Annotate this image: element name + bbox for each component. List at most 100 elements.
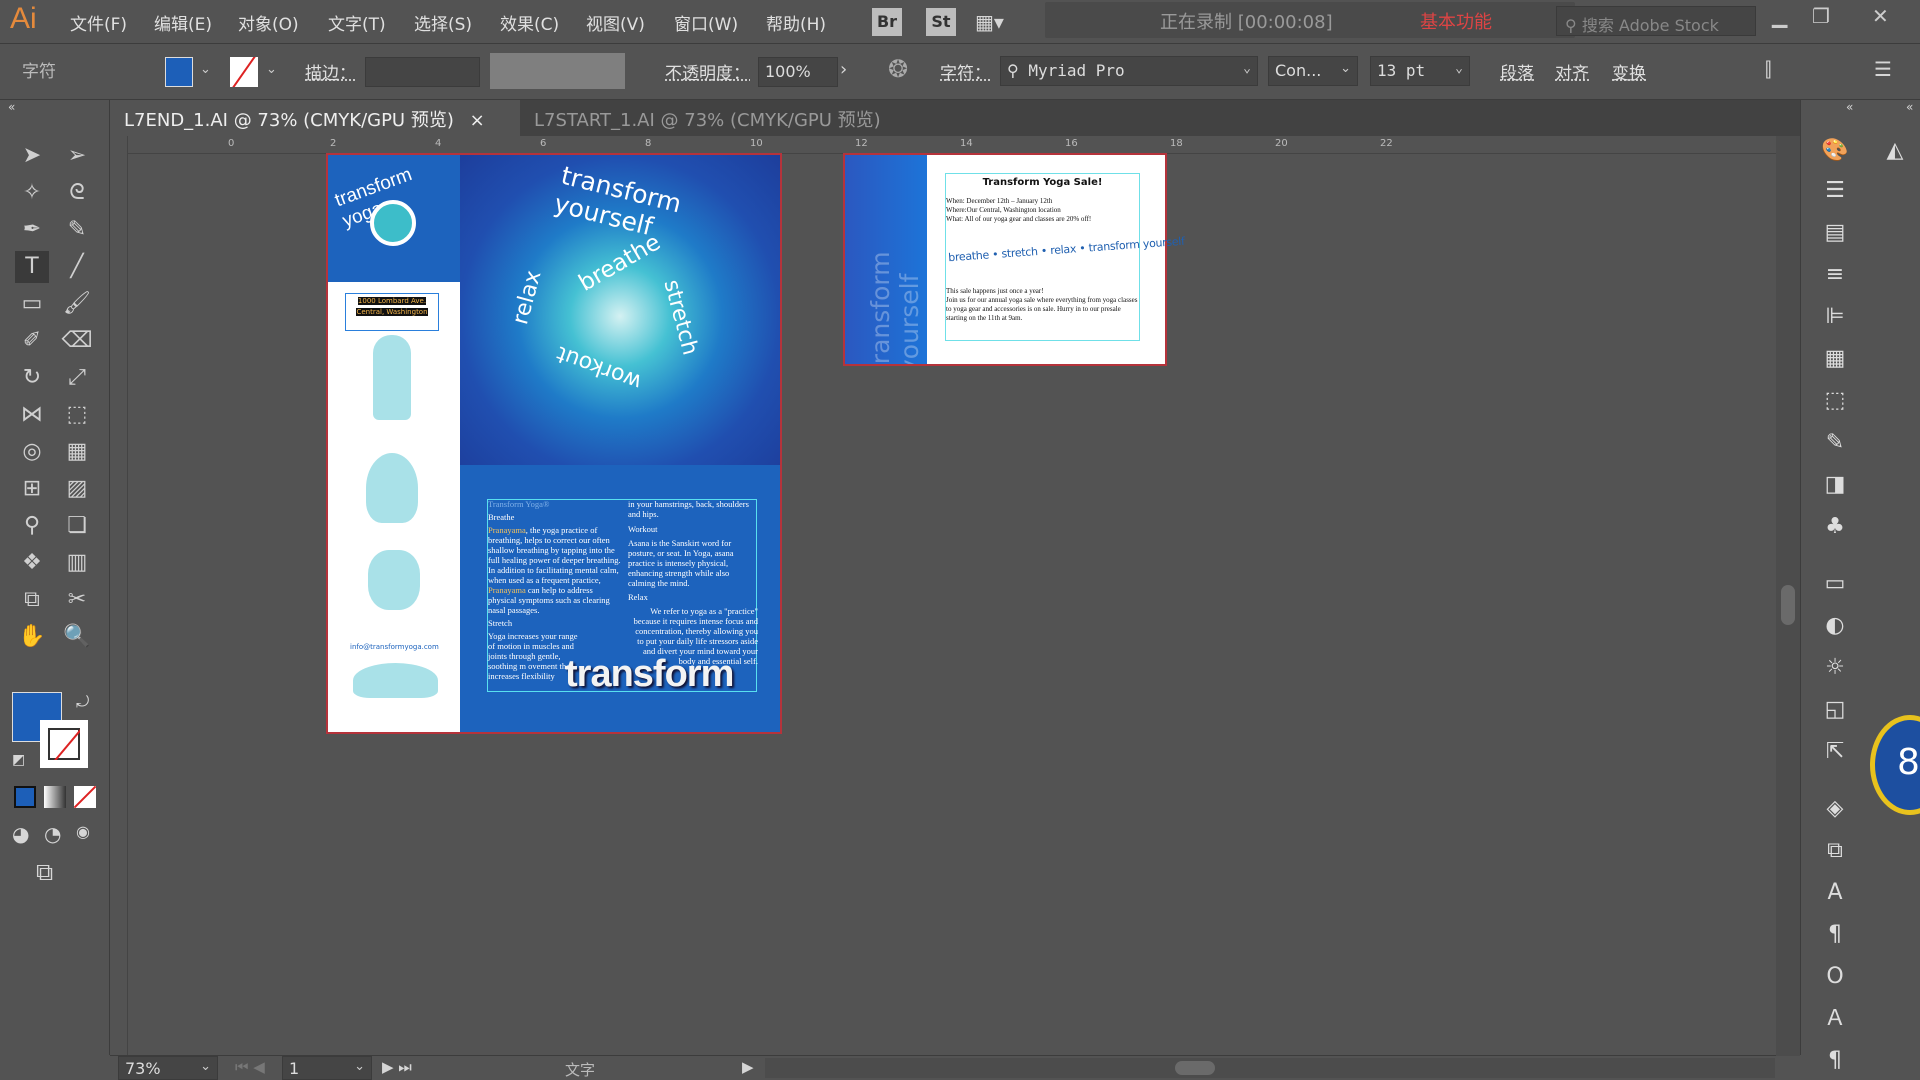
graphic-styles-icon[interactable]: ◱ [1817,694,1853,726]
lasso-tool[interactable]: ᘓ [60,177,94,209]
align-icon[interactable]: ⫿ [1765,57,1771,81]
color-panel-icon[interactable]: 🎨 [1817,135,1853,167]
stock-button[interactable]: St [926,8,956,36]
menu-file[interactable]: 文件(F) [70,10,127,35]
brushes-icon[interactable]: ✎ [1817,427,1853,459]
transparency-icon[interactable]: ◐ [1817,610,1853,642]
slice-tool[interactable]: ✂ [60,584,94,616]
vertical-scroll-thumb[interactable] [1781,585,1795,625]
first-artboard-button[interactable]: ⏮ ◀ [235,1058,265,1076]
pen-tool[interactable]: ✒ [15,214,49,246]
shaper-tool[interactable]: ✐ [15,325,49,357]
artboard-postcard[interactable]: transform yourself Transform Yoga Sale! … [845,155,1185,364]
menu-help[interactable]: 帮助(H) [766,10,826,35]
column-graph-tool[interactable]: ▥ [60,547,94,579]
align-link[interactable]: 对齐 [1555,59,1589,84]
zoom-level-field[interactable]: 73% ⌄ [118,1056,218,1080]
vertical-ruler[interactable] [110,136,128,1056]
zoom-tool[interactable]: 🔍 [60,621,94,653]
menu-effect[interactable]: 效果(C) [500,10,559,35]
gradient-mode-icon[interactable] [44,786,66,808]
stroke-swatch[interactable] [230,57,258,87]
close-tab-icon[interactable]: × [470,110,485,131]
transform-link[interactable]: 变换 [1612,59,1646,84]
horizontal-scroll-thumb[interactable] [1175,1061,1215,1075]
transform-icon[interactable]: ⬚ [1817,385,1853,417]
recolor-artwork-icon[interactable]: ❂ [888,55,908,83]
curvature-tool[interactable]: ✎ [60,214,94,246]
workspace-switcher[interactable]: 基本功能 [1420,8,1492,34]
blend-tool[interactable]: ❏ [60,510,94,542]
color-guide-icon[interactable]: ◭ [1877,135,1913,167]
screen-mode-icon[interactable]: ⧉ [36,858,53,886]
character-styles-icon[interactable]: Ａ [1817,1003,1853,1035]
close-window-button[interactable]: ✕ [1872,4,1889,28]
line-tool[interactable]: ╱ [60,251,94,283]
next-artboard-button[interactable]: ▶ ⏭ [382,1058,412,1076]
menu-view[interactable]: 视图(V) [586,10,645,35]
free-transform-tool[interactable]: ⬚ [60,399,94,431]
horizontal-ruler[interactable]: 0 2 4 6 8 10 12 14 16 18 20 22 [110,136,1776,154]
gradient-icon[interactable]: ▭ [1817,568,1853,600]
menu-select[interactable]: 选择(S) [414,10,472,35]
scale-tool[interactable]: ⤢ [60,362,94,394]
stroke-weight-field[interactable] [365,57,480,87]
font-style-field[interactable]: Con... ⌄ [1268,56,1358,86]
minimize-button[interactable]: ▁ [1772,4,1787,28]
menu-object[interactable]: 对象(O) [238,10,299,35]
arrange-documents-icon[interactable]: ▦▾ [975,10,1004,34]
opentype-icon[interactable]: O [1817,961,1853,993]
stroke-label[interactable]: 描边： [305,59,356,84]
paragraph-link[interactable]: 段落 [1500,59,1534,84]
draw-normal-icon[interactable]: ◕ [12,822,29,846]
character-icon[interactable]: A [1817,877,1853,909]
paragraph-styles-icon[interactable]: ¶ [1817,1045,1853,1077]
collapse-dock-icon[interactable]: « [1906,100,1913,114]
appearance-icon[interactable]: ☼ [1817,652,1853,684]
artboards-icon[interactable]: ⧉ [1817,835,1853,867]
color-mode-icon[interactable] [14,786,36,808]
rotate-tool[interactable]: ↻ [15,362,49,394]
horizontal-scrollbar[interactable] [765,1058,1775,1078]
fill-dropdown[interactable]: ⌄ [200,62,211,77]
none-mode-icon[interactable] [74,786,96,808]
menu-edit[interactable]: 编辑(E) [154,10,212,35]
collapse-panel-icon[interactable]: « [8,100,15,114]
opacity-expand-icon[interactable]: › [840,59,847,80]
menu-window[interactable]: 窗口(W) [674,10,738,35]
control-menu-icon[interactable]: ☰ [1874,57,1892,81]
layers-icon[interactable]: ◈ [1817,793,1853,825]
eyedropper-tool[interactable]: ⚲ [15,510,49,542]
address-box[interactable]: 1000 Lombard Ave. Central, Washington [345,293,439,331]
hand-tool[interactable]: ✋ [15,621,49,653]
symbols-icon[interactable]: ♣ [1817,511,1853,543]
paintbrush-tool[interactable]: 🖌 [60,288,94,320]
variable-width-profile[interactable] [490,53,625,89]
bridge-button[interactable]: Br [872,8,902,36]
selection-tool[interactable]: ➤ [15,140,49,172]
artboard-brochure[interactable]: transform yoga 1000 Lombard Ave. Central,… [328,155,780,732]
draw-behind-icon[interactable]: ◔ [44,822,61,846]
stock-search-input[interactable]: ⚲ 搜索 Adobe Stock [1556,6,1756,36]
collapse-dock-icon[interactable]: « [1846,100,1853,114]
opacity-field[interactable]: 100% [758,57,838,87]
stroke-icon[interactable]: ≡ [1817,259,1853,291]
default-colors-icon[interactable]: ◩ [12,752,25,768]
artboard-tool[interactable]: ⧉ [15,584,49,616]
pathfinder-icon[interactable]: ◨ [1817,469,1853,501]
direct-selection-tool[interactable]: ➢ [60,140,94,172]
swatches-icon[interactable]: ▦ [1817,343,1853,375]
magic-wand-tool[interactable]: ✧ [15,177,49,209]
artboard-number-field[interactable]: 1 ⌄ [282,1056,372,1080]
tab-l7start[interactable]: L7START_1.AI @ 73% (CMYK/GPU 预览) × [520,100,920,153]
status-menu-button[interactable]: ▶ [742,1058,754,1076]
swap-colors-icon[interactable]: ⤾ [76,692,89,712]
width-tool[interactable]: ⋈ [15,399,49,431]
draw-inside-icon[interactable]: ◉ [76,822,90,841]
export-icon[interactable]: ⇱ [1817,736,1853,768]
rectangle-tool[interactable]: ▭ [15,288,49,320]
paragraph-icon[interactable]: ¶ [1817,919,1853,951]
fill-swatch[interactable] [165,57,193,87]
restore-button[interactable]: ❐ [1812,4,1830,28]
stroke-dropdown[interactable]: ⌄ [266,62,277,77]
